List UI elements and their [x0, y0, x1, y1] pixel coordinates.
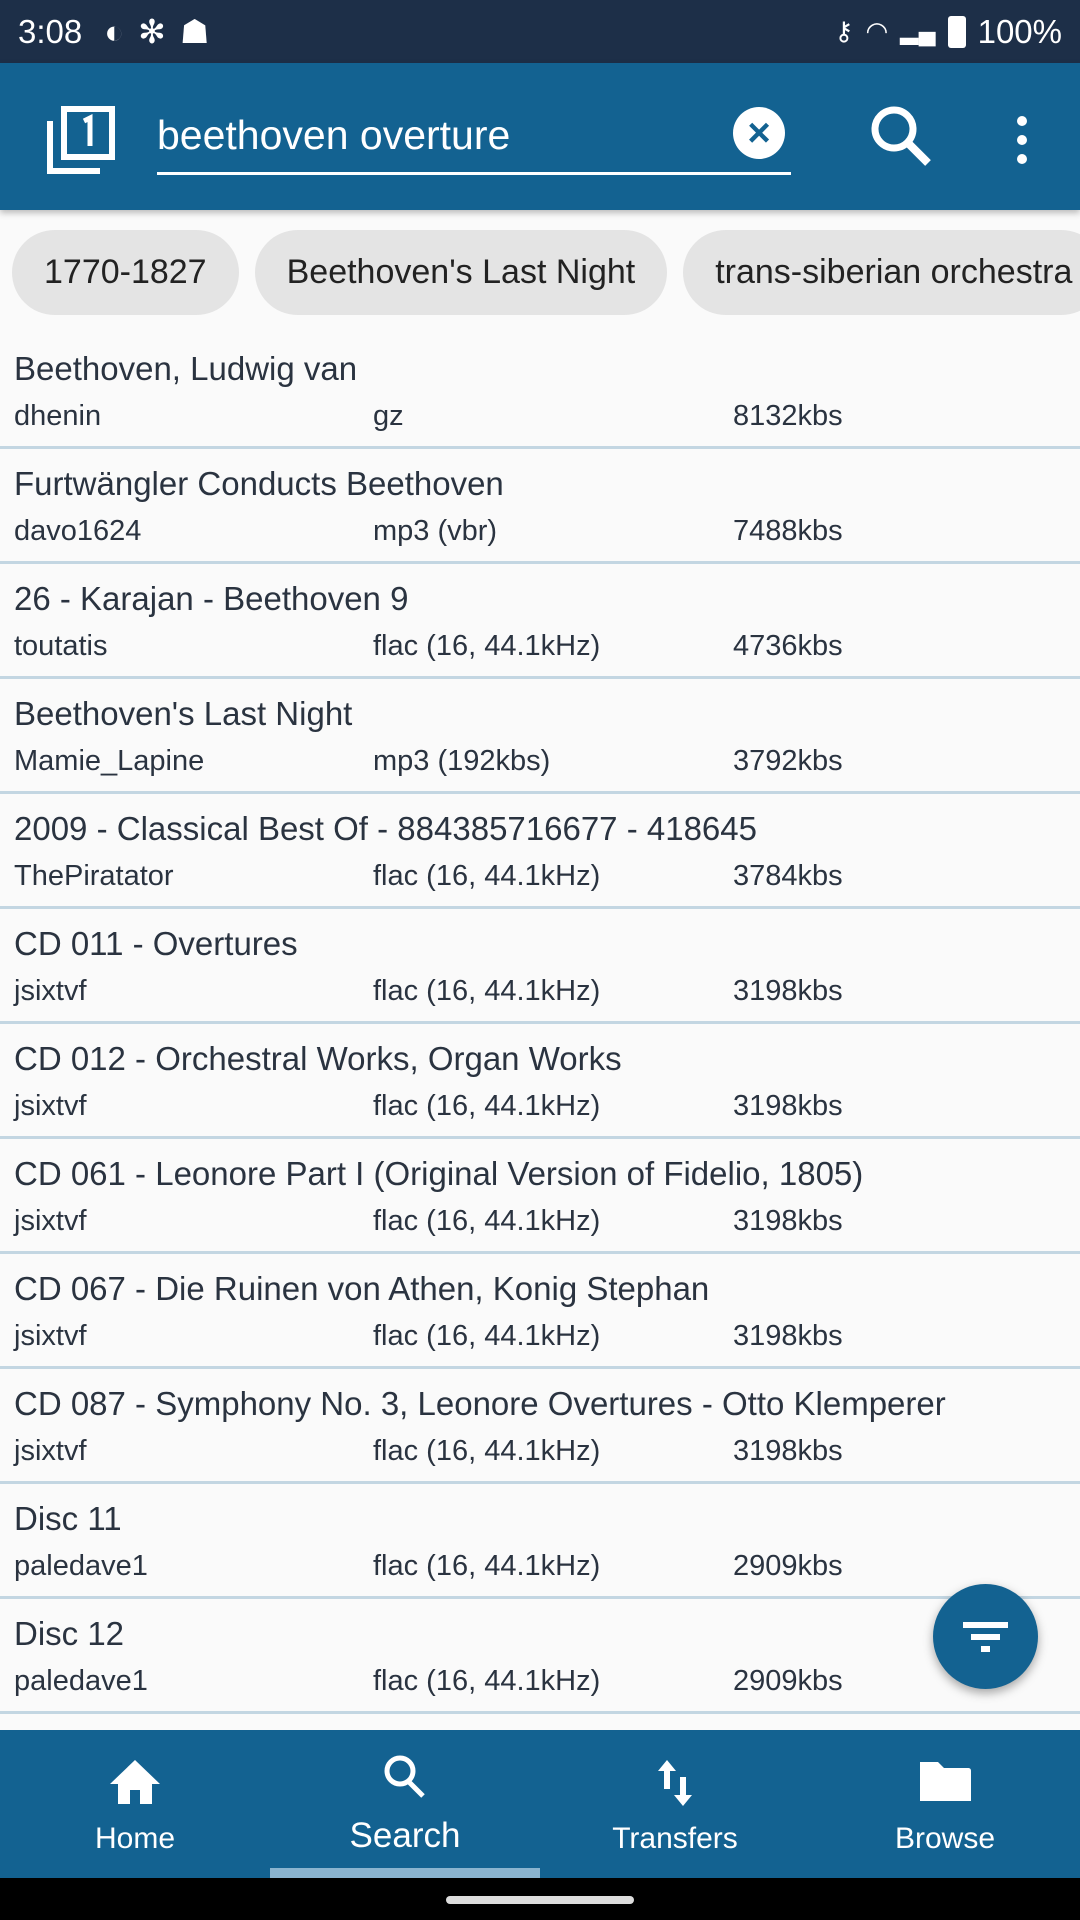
- result-row[interactable]: Beethoven, Ludwig van dhenin gz 8132kbs: [0, 334, 1080, 449]
- search-icon: [384, 1755, 425, 1798]
- filter-icon: [963, 1622, 1008, 1652]
- result-format: flac (16, 44.1kHz): [373, 860, 601, 892]
- result-user: Mamie_Lapine: [14, 745, 205, 777]
- wifi-icon: ◠: [865, 16, 889, 46]
- clock: 3:08: [18, 12, 83, 50]
- result-row[interactable]: CD 067 - Die Ruinen von Athen, Konig Ste…: [0, 1254, 1080, 1369]
- result-user: jsixtvf: [14, 1435, 87, 1467]
- result-title: 26 - Karajan - Beethoven 9: [14, 580, 409, 617]
- result-user: jsixtvf: [14, 1205, 87, 1237]
- result-speed: 3198kbs: [733, 975, 843, 1007]
- result-speed: 7488kbs: [733, 515, 843, 547]
- result-format: flac (16, 44.1kHz): [373, 1320, 601, 1352]
- result-format: gz: [373, 400, 404, 432]
- result-format: flac (16, 44.1kHz): [373, 975, 601, 1007]
- result-title: Disc 12: [14, 1615, 125, 1652]
- result-title: CD 067 - Die Ruinen von Athen, Konig Ste…: [14, 1270, 710, 1307]
- result-user: jsixtvf: [14, 1090, 87, 1122]
- result-title: CD 061 - Leonore Part I (Original Versio…: [14, 1155, 864, 1192]
- vpn-key-icon: ⚷: [834, 16, 854, 46]
- result-title: Beethoven's Last Night: [14, 695, 353, 732]
- result-row[interactable]: Disc 11 paledave1 flac (16, 44.1kHz) 2909kb…: [0, 1484, 1080, 1599]
- search-input[interactable]: beethoven overture: [157, 103, 791, 175]
- result-user: jsixtvf: [14, 975, 87, 1007]
- results-list: Beethoven, Ludwig van dhenin gz 8132kbs Furt…: [0, 334, 1080, 1714]
- nav-home[interactable]: Home: [0, 1730, 270, 1878]
- result-title: Disc 11: [14, 1500, 122, 1537]
- app-bar: beethoven overture ×: [0, 63, 1080, 210]
- result-speed: 3198kbs: [733, 1205, 843, 1237]
- result-format: flac (16, 44.1kHz): [373, 1435, 601, 1467]
- result-format: flac (16, 44.1kHz): [373, 1205, 601, 1237]
- result-user: paledave1: [14, 1665, 148, 1697]
- nav-browse[interactable]: Browse: [810, 1730, 1080, 1878]
- result-speed: 3198kbs: [733, 1090, 843, 1122]
- chip[interactable]: 1770-1827: [12, 230, 239, 315]
- chip[interactable]: trans-siberian orchestra: [683, 230, 1080, 315]
- battery-percent: 100%: [977, 12, 1062, 50]
- home-icon: [110, 1760, 160, 1804]
- filter-button[interactable]: [933, 1584, 1038, 1689]
- ghost-icon: ☗: [179, 13, 210, 50]
- result-row[interactable]: CD 012 - Orchestral Works, Organ Works js…: [0, 1024, 1080, 1139]
- notification-app-icon: ◐: [104, 12, 125, 50]
- active-tab-indicator: [270, 1868, 540, 1878]
- result-title: Beethoven, Ludwig van: [14, 350, 358, 387]
- result-user: davo1624: [14, 515, 142, 547]
- result-format: mp3 (192kbs): [373, 745, 551, 777]
- tabs-icon[interactable]: [46, 105, 116, 175]
- result-user: toutatis: [14, 630, 108, 662]
- result-speed: 3198kbs: [733, 1435, 843, 1467]
- more-vert-icon[interactable]: [1010, 115, 1034, 165]
- result-title: Furtwängler Conducts Beethoven: [14, 465, 504, 502]
- search-icon[interactable]: [866, 101, 936, 171]
- result-speed: 2909kbs: [733, 1550, 843, 1582]
- nav-search[interactable]: Search: [270, 1730, 540, 1878]
- result-speed: 8132kbs: [733, 400, 843, 432]
- result-row[interactable]: Furtwängler Conducts Beethoven davo1624 mp…: [0, 449, 1080, 564]
- home-gesture-handle[interactable]: [446, 1896, 634, 1904]
- settings-gear-icon: ✻: [138, 13, 166, 50]
- result-format: flac (16, 44.1kHz): [373, 1090, 601, 1122]
- result-title: 2009 - Classical Best Of - 884385716677 …: [14, 810, 757, 847]
- result-speed: 3792kbs: [733, 745, 843, 777]
- transfers-icon: [658, 1760, 692, 1806]
- result-row[interactable]: CD 011 - Overtures jsixtvf flac (16, 44.1k…: [0, 909, 1080, 1024]
- result-format: mp3 (vbr): [373, 515, 498, 547]
- result-row[interactable]: CD 087 - Symphony No. 3, Leonore Overtur…: [0, 1369, 1080, 1484]
- result-row[interactable]: CD 061 - Leonore Part I (Original Versio…: [0, 1139, 1080, 1254]
- result-speed: 4736kbs: [733, 630, 843, 662]
- result-row[interactable]: 26 - Karajan - Beethoven 9 toutatis flac (…: [0, 564, 1080, 679]
- chip[interactable]: Beethoven's Last Night: [254, 230, 668, 315]
- folder-icon: [920, 1762, 971, 1801]
- result-row[interactable]: Beethoven's Last Night Mamie_Lapine mp3 (1…: [0, 679, 1080, 794]
- signal-icon: ▂▄: [900, 18, 936, 45]
- result-format: flac (16, 44.1kHz): [373, 630, 601, 662]
- result-title: CD 011 - Overtures: [14, 925, 298, 962]
- suggestion-chips: 1770-1827 Beethoven's Last Night trans-s…: [12, 230, 1080, 315]
- result-user: dhenin: [14, 400, 102, 432]
- result-format: flac (16, 44.1kHz): [373, 1550, 601, 1582]
- result-row[interactable]: Disc 12 paledave1 flac (16, 44.1kHz) 2909kb…: [0, 1599, 1080, 1714]
- status-bar: 3:08 ◐ ✻ ☗ ⚷ ◠ ▂▄ 100%: [0, 0, 1080, 63]
- result-user: jsixtvf: [14, 1320, 87, 1352]
- result-title: CD 012 - Orchestral Works, Organ Works: [14, 1040, 622, 1077]
- result-speed: 2909kbs: [733, 1665, 843, 1697]
- battery-charging-icon: [947, 15, 966, 48]
- nav-transfers[interactable]: Transfers: [540, 1730, 810, 1878]
- result-speed: 3784kbs: [733, 860, 843, 892]
- result-row[interactable]: 2009 - Classical Best Of - 884385716677 …: [0, 794, 1080, 909]
- bottom-nav: Home Search Transfers Browse: [0, 1730, 1080, 1878]
- result-format: flac (16, 44.1kHz): [373, 1665, 601, 1697]
- result-title: CD 087 - Symphony No. 3, Leonore Overtur…: [14, 1385, 946, 1422]
- clear-icon[interactable]: ×: [733, 107, 785, 159]
- result-speed: 3198kbs: [733, 1320, 843, 1352]
- result-user: paledave1: [14, 1550, 148, 1582]
- result-user: ThePiratator: [14, 860, 174, 892]
